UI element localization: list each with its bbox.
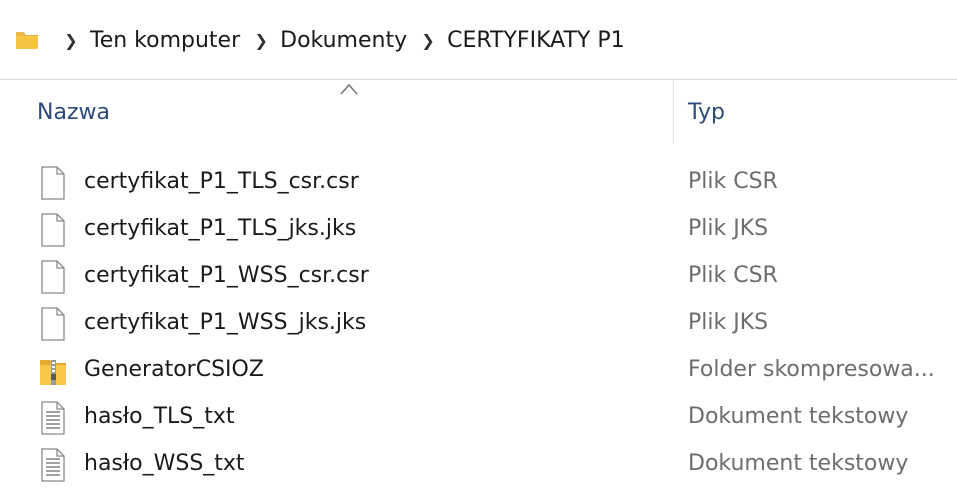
file-name: certyfikat_P1_TLS_csr.csr: [84, 169, 359, 194]
text-file-icon: [41, 401, 65, 435]
text-file-icon: [41, 448, 65, 482]
file-row[interactable]: hasło_TLS_txt Dokument tekstowy: [0, 395, 957, 442]
file-type: Dokument tekstowy: [688, 404, 909, 429]
column-header-row: [0, 80, 957, 150]
file-name: certyfikat_P1_WSS_jks.jks: [84, 310, 367, 335]
sort-ascending-icon: [340, 83, 358, 95]
file-type: Plik CSR: [688, 263, 778, 288]
column-header-name[interactable]: Nazwa: [37, 100, 110, 125]
file-type: Dokument tekstowy: [688, 451, 909, 476]
generic-file-icon: [41, 260, 65, 294]
file-row[interactable]: hasło_WSS_txt Dokument tekstowy: [0, 442, 957, 489]
chevron-right-icon[interactable]: ❯: [415, 31, 441, 50]
file-row[interactable]: certyfikat_P1_WSS_jks.jks Plik JKS: [0, 301, 957, 348]
breadcrumb-item-documents[interactable]: Dokumenty: [274, 28, 415, 53]
zip-folder-icon: [40, 360, 66, 385]
file-name: hasło_TLS_txt: [84, 404, 235, 429]
chevron-right-icon[interactable]: ❯: [58, 31, 84, 50]
breadcrumb-item-current-folder[interactable]: CERTYFIKATY P1: [441, 28, 632, 53]
file-name: hasło_WSS_txt: [84, 451, 245, 476]
file-row[interactable]: GeneratorCSIOZ Folder skompresowa...: [0, 348, 957, 395]
file-name: GeneratorCSIOZ: [84, 357, 264, 382]
folder-icon: [16, 32, 38, 49]
file-type: Plik CSR: [688, 169, 778, 194]
address-bar[interactable]: ❯ Ten komputer ❯ Dokumenty ❯ CERTYFIKATY…: [0, 0, 957, 80]
breadcrumb: ❯ Ten komputer ❯ Dokumenty ❯ CERTYFIKATY…: [58, 0, 633, 80]
file-row[interactable]: certyfikat_P1_WSS_csr.csr Plik CSR: [0, 254, 957, 301]
generic-file-icon: [41, 307, 65, 341]
file-type: Plik JKS: [688, 216, 769, 241]
column-divider[interactable]: [673, 80, 674, 144]
file-type: Folder skompresowa...: [688, 357, 935, 382]
column-header-type[interactable]: Typ: [688, 100, 725, 125]
file-type: Plik JKS: [688, 310, 769, 335]
file-name: certyfikat_P1_WSS_csr.csr: [84, 263, 369, 288]
file-name: certyfikat_P1_TLS_jks.jks: [84, 216, 357, 241]
file-list: certyfikat_P1_TLS_csr.csr Plik CSR certy…: [0, 160, 957, 489]
generic-file-icon: [41, 213, 65, 247]
breadcrumb-item-this-pc[interactable]: Ten komputer: [84, 28, 248, 53]
file-row[interactable]: certyfikat_P1_TLS_jks.jks Plik JKS: [0, 207, 957, 254]
chevron-right-icon[interactable]: ❯: [248, 31, 274, 50]
file-row[interactable]: certyfikat_P1_TLS_csr.csr Plik CSR: [0, 160, 957, 207]
generic-file-icon: [41, 166, 65, 200]
